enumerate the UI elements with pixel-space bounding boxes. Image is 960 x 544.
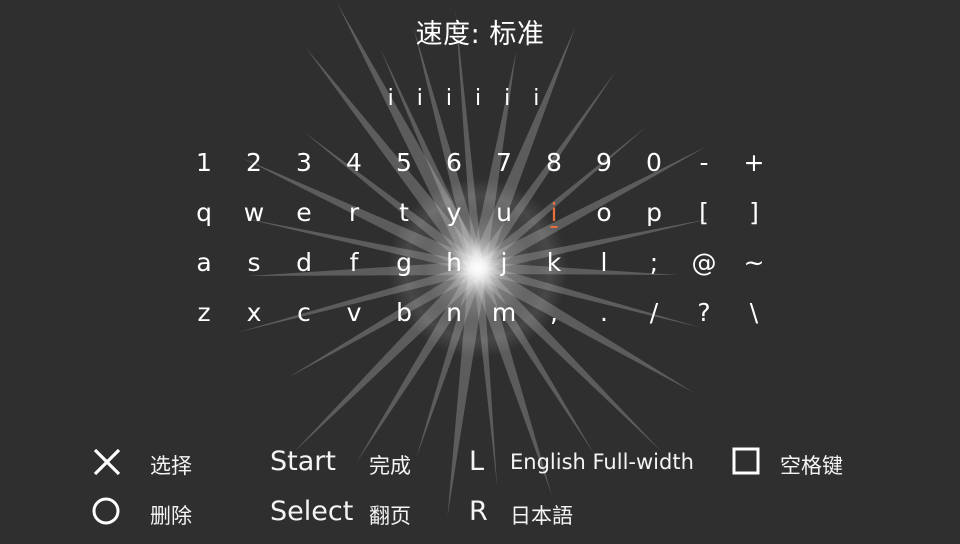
key-button[interactable]: p [629, 188, 679, 238]
key-button[interactable]: w [229, 188, 279, 238]
key-button[interactable]: ; [629, 238, 679, 288]
l-button-label[interactable]: L [469, 446, 484, 477]
key-button[interactable]: - [679, 138, 729, 188]
start-action-label: 完成 [369, 454, 411, 478]
key-button[interactable]: @ [679, 238, 729, 288]
key-button[interactable]: z [179, 288, 229, 338]
key-button[interactable]: h [429, 238, 479, 288]
square-icon [732, 447, 760, 475]
key-button[interactable]: , [529, 288, 579, 338]
key-button[interactable]: e [279, 188, 329, 238]
key-button[interactable]: 9 [579, 138, 629, 188]
key-button[interactable]: [ [679, 188, 729, 238]
key-button[interactable]: d [279, 238, 329, 288]
keyboard-row: z x c v b n m,. /? \ [179, 288, 779, 338]
key-button[interactable]: 4 [329, 138, 379, 188]
key-button[interactable]: 8 [529, 138, 579, 188]
key-button[interactable]: 0 [629, 138, 679, 188]
key-button[interactable]: o [579, 188, 629, 238]
key-button[interactable]: 5 [379, 138, 429, 188]
cross-action-label: 选择 [150, 454, 192, 478]
select-action-label: 翻页 [369, 504, 411, 528]
key-button[interactable]: 7 [479, 138, 529, 188]
keyboard-row: 1 2 3 4 5 6 7 8 9 0- + [179, 138, 779, 188]
square-action-label: 空格键 [780, 454, 843, 478]
keyboard-row: q w e r t y u i o p[] [179, 188, 779, 238]
key-button[interactable]: l [579, 238, 629, 288]
l-action-label: English Full-width [510, 450, 694, 474]
cross-icon [93, 448, 121, 476]
keyboard-screen: 速度: 标准 i i i i i i 1 2 3 4 5 6 7 8 9 0- + q w e r t y u i o… [0, 0, 960, 544]
key-button[interactable]: g [379, 238, 429, 288]
key-button[interactable]: f [329, 238, 379, 288]
keyboard-row: a s d f g h j k l; @ ~ [179, 238, 779, 288]
key-button[interactable]: j [479, 238, 529, 288]
key-button[interactable]: 2 [229, 138, 279, 188]
key-button[interactable]: \ [729, 288, 779, 338]
key-button[interactable]: 1 [179, 138, 229, 188]
key-button[interactable]: 3 [279, 138, 329, 188]
key-button[interactable]: k [529, 238, 579, 288]
key-button[interactable]: ? [679, 288, 729, 338]
key-button[interactable]: y [429, 188, 479, 238]
speed-title: 速度: 标准 [415, 19, 545, 50]
key-button[interactable]: ] [729, 188, 779, 238]
r-button-label[interactable]: R [469, 496, 488, 527]
key-button[interactable]: a [179, 238, 229, 288]
start-button-label[interactable]: Start [270, 446, 336, 477]
key-button[interactable]: + [729, 138, 779, 188]
key-button[interactable]: ~ [729, 238, 779, 288]
key-button[interactable]: u [479, 188, 529, 238]
circle-icon [92, 497, 120, 525]
input-preview-text: i i i i i i [387, 86, 548, 111]
key-button[interactable]: x [229, 288, 279, 338]
key-button[interactable]: q [179, 188, 229, 238]
key-button[interactable]: b [379, 288, 429, 338]
circle-action-label: 删除 [150, 504, 192, 528]
on-screen-keyboard: 1 2 3 4 5 6 7 8 9 0- + q w e r t y u i o p[] a s d f g h j k l; @ ~ z x c v… [179, 138, 779, 338]
key-button[interactable]: c [279, 288, 329, 338]
key-button[interactable]: m [479, 288, 529, 338]
key-button[interactable]: s [229, 238, 279, 288]
key-button[interactable]: i [529, 188, 579, 238]
key-button[interactable]: r [329, 188, 379, 238]
key-button[interactable]: / [629, 288, 679, 338]
key-button[interactable]: v [329, 288, 379, 338]
key-button[interactable]: . [579, 288, 629, 338]
select-button-label[interactable]: Select [270, 496, 353, 527]
key-button[interactable]: n [429, 288, 479, 338]
r-action-label: 日本語 [510, 504, 573, 528]
key-button[interactable]: 6 [429, 138, 479, 188]
key-button[interactable]: t [379, 188, 429, 238]
